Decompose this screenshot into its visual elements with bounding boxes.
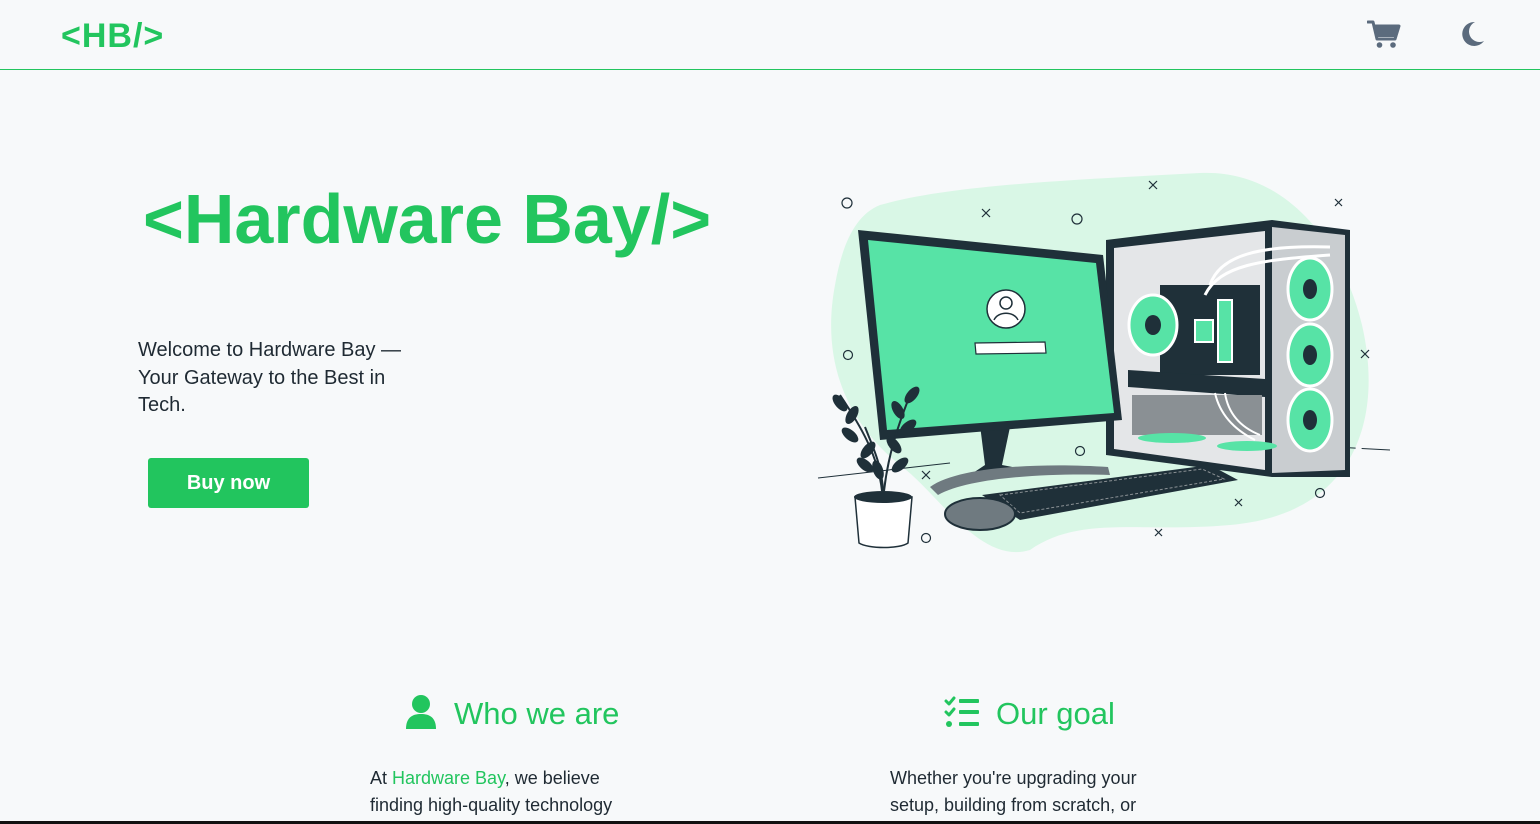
who-we-are-text: At Hardware Bay, we believe finding high…: [370, 765, 640, 819]
who-we-are-heading: Who we are: [404, 690, 619, 738]
our-goal-title: Our goal: [996, 696, 1115, 731]
who-text-prefix: At: [370, 768, 393, 788]
list-check-icon: [944, 696, 980, 733]
our-goal-text: Whether you're upgrading your setup, bui…: [890, 768, 1137, 815]
our-goal-heading: Our goal: [944, 690, 1115, 738]
navbar: <HB/>: [0, 0, 1540, 70]
moon-icon[interactable]: [1455, 17, 1489, 51]
hero-title: <Hardware Bay/>: [143, 180, 712, 258]
who-we-are-title: Who we are: [454, 696, 620, 731]
computer-setup-illustration: [810, 165, 1400, 560]
buy-now-button[interactable]: Buy now: [148, 458, 309, 508]
shopping-cart-icon[interactable]: [1367, 17, 1401, 51]
user-icon: [404, 694, 438, 735]
hero-subtitle: Welcome to Hardware Bay — Your Gateway t…: [138, 339, 402, 416]
site-logo[interactable]: <HB/>: [61, 16, 164, 56]
brand-highlight: Hardware Bay: [392, 768, 505, 788]
